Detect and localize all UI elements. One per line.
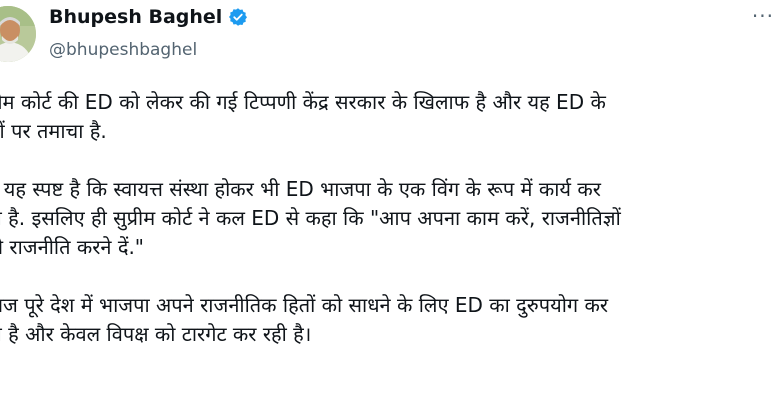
tweet-line: ही है और केवल विपक्ष को टारगेट कर रही है… bbox=[0, 322, 312, 346]
tweet-card: Bhupesh Baghel @bhupeshbaghel ··· प्रीम … bbox=[0, 0, 780, 405]
author-name-row[interactable]: Bhupesh Baghel bbox=[49, 6, 248, 28]
tweet-line: ही है. इसलिए ही सुप्रीम कोर्ट ने कल ED स… bbox=[0, 206, 621, 230]
verified-badge-icon bbox=[228, 7, 248, 27]
tweet-text: प्रीम कोर्ट की ED को लेकर की गई टिप्पणी … bbox=[0, 88, 780, 349]
tweet-paragraph: प्रीम कोर्ट की ED को लेकर की गई टिप्पणी … bbox=[0, 88, 780, 146]
profile-photo-icon bbox=[0, 6, 36, 62]
author-handle[interactable]: @bhupeshbaghel bbox=[49, 40, 197, 60]
tweet-line: ाज पूरे देश में भाजपा अपने राजनीतिक हितो… bbox=[0, 293, 609, 317]
more-options-icon[interactable]: ··· bbox=[752, 4, 774, 28]
tweet-paragraph: ाज पूरे देश में भाजपा अपने राजनीतिक हितो… bbox=[0, 291, 780, 349]
tweet-line: लों पर तमाचा है. bbox=[0, 119, 107, 143]
avatar[interactable] bbox=[0, 6, 36, 62]
tweet-paragraph: ब यह स्पष्ट है कि स्वायत्त संस्था होकर भ… bbox=[0, 175, 780, 262]
tweet-line: ो राजनीति करने दें." bbox=[0, 235, 145, 259]
tweet-line: ब यह स्पष्ट है कि स्वायत्त संस्था होकर भ… bbox=[0, 177, 601, 201]
display-name[interactable]: Bhupesh Baghel bbox=[49, 6, 222, 28]
tweet-line: प्रीम कोर्ट की ED को लेकर की गई टिप्पणी … bbox=[0, 90, 606, 114]
